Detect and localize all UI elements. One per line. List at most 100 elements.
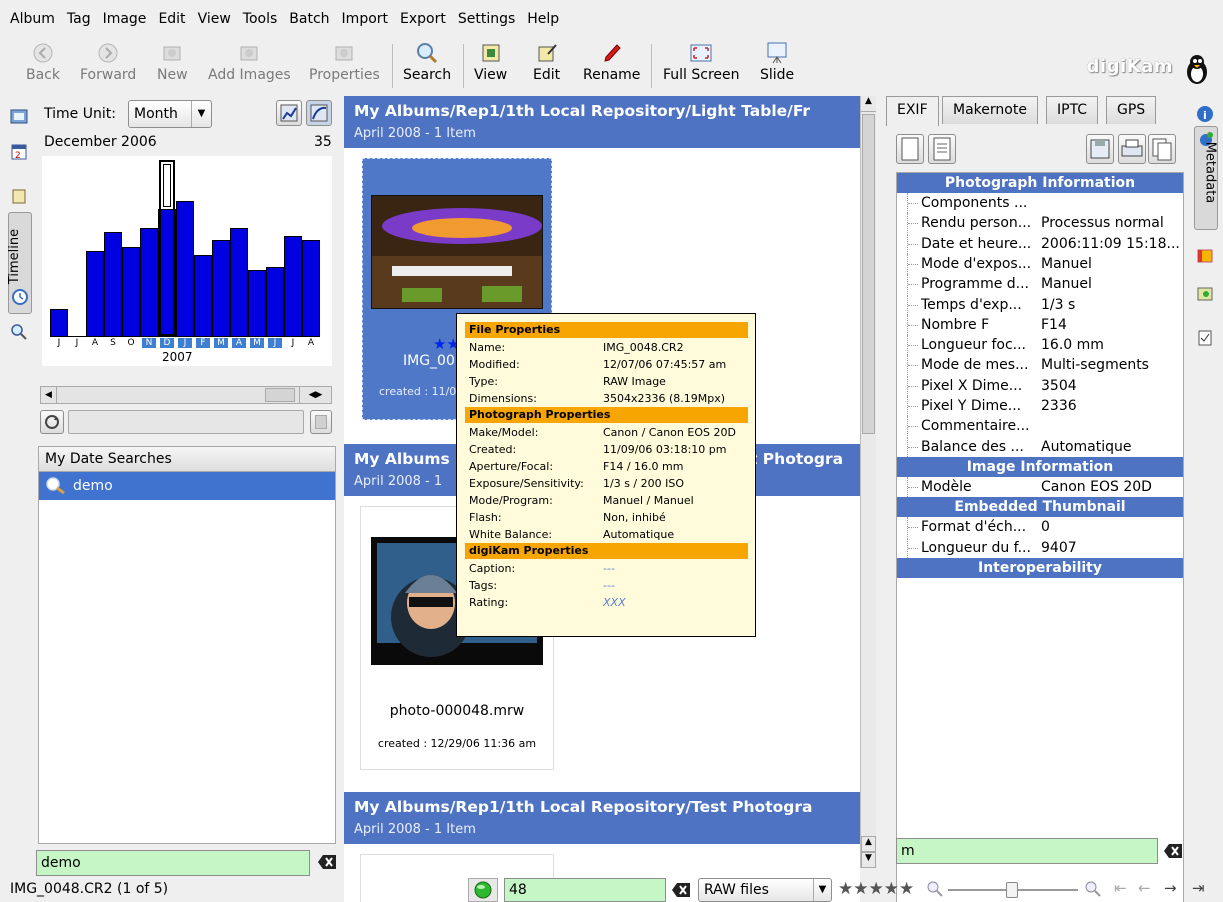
metadata-row[interactable]: Components ... — [897, 193, 1183, 213]
timeline-bar[interactable] — [194, 255, 212, 336]
timeline-bar[interactable] — [212, 240, 230, 336]
clear-filter-icon[interactable] — [672, 883, 690, 897]
zoom-in-icon[interactable] — [1084, 880, 1102, 898]
timeline-bar[interactable] — [248, 270, 266, 336]
menu-edit[interactable]: Edit — [152, 9, 191, 29]
metadata-section-header[interactable]: Interoperability — [897, 557, 1183, 578]
menu-view[interactable]: View — [192, 9, 237, 29]
metadata-row[interactable]: Temps d'exp... 1/3 s — [897, 294, 1183, 315]
tab-iptc[interactable]: IPTC — [1046, 96, 1099, 124]
metadata-row[interactable]: Balance des ... Automatique — [897, 436, 1183, 457]
menu-batch[interactable]: Batch — [283, 9, 335, 29]
metadata-row[interactable]: Programme d... Manuel — [897, 274, 1183, 295]
scrollbar-thumb[interactable] — [862, 114, 875, 434]
metadata-row[interactable]: Mode d'expos... Manuel — [897, 253, 1183, 274]
next-item-icon[interactable]: → — [1164, 879, 1177, 897]
timeline-bar[interactable] — [230, 228, 248, 336]
slide-button[interactable]: Slide — [760, 38, 794, 92]
tab-makernote[interactable]: Makernote — [942, 96, 1038, 124]
menu-settings[interactable]: Settings — [452, 9, 521, 29]
metadata-row[interactable]: Longueur foc... 16.0 mm — [897, 335, 1183, 356]
scroll-down-icon[interactable]: ▼ — [861, 852, 876, 868]
refresh-button[interactable] — [40, 410, 64, 434]
timeline-histogram[interactable]: J J A S O N D J F M A M J J A 2007 — [42, 156, 332, 366]
new-album-button[interactable]: New — [157, 38, 188, 92]
metadata-row[interactable]: Pixel X Dime... 3504 — [897, 375, 1183, 396]
metadata-row[interactable]: Date et heure... 2006:11:09 15:18... — [897, 233, 1183, 254]
menu-help[interactable]: Help — [521, 9, 565, 29]
properties-tab-icon[interactable]: i — [1194, 102, 1216, 126]
rename-button[interactable]: Rename — [583, 38, 640, 92]
zoom-slider-handle[interactable] — [1006, 882, 1018, 898]
edit-button[interactable]: Edit — [533, 38, 560, 92]
timeline-bar[interactable] — [266, 267, 284, 336]
first-item-icon[interactable]: ⇤ — [1114, 879, 1127, 897]
text-filter-input[interactable]: 48 — [504, 878, 666, 902]
metadata-row[interactable]: Longueur du f... 9407 — [897, 537, 1183, 558]
albums-tab-icon[interactable] — [8, 104, 30, 128]
list-item-demo[interactable]: demo — [39, 472, 335, 500]
scroll-left-icon[interactable]: ◀ — [41, 387, 57, 403]
metadata-section-header[interactable]: Photograph Information — [897, 173, 1183, 193]
full-screen-button[interactable]: Full Screen — [663, 38, 740, 92]
view-button[interactable]: View — [474, 38, 507, 92]
mime-type-filter-select[interactable]: RAW files ▼ — [698, 878, 832, 902]
properties-button[interactable]: Properties — [309, 38, 380, 92]
timeline-bar[interactable] — [302, 240, 320, 336]
metadata-row[interactable]: Format d'éch... 0 — [897, 517, 1183, 538]
tags-tab-icon[interactable] — [8, 184, 30, 208]
menu-tag[interactable]: Tag — [61, 9, 97, 29]
time-unit-select[interactable]: Month ▼ — [128, 100, 212, 128]
album-view-scrollbar[interactable]: ▲ ▲ ▼ — [860, 96, 876, 868]
timeline-bar[interactable] — [104, 232, 122, 336]
search-button[interactable]: Search — [403, 38, 451, 92]
metadata-row[interactable]: Nombre F F14 — [897, 314, 1183, 335]
clear-filter-icon[interactable] — [318, 855, 336, 869]
colors-tab-icon[interactable] — [1194, 244, 1216, 268]
save-metadata-button[interactable] — [1086, 134, 1114, 164]
simple-view-button[interactable] — [896, 134, 924, 164]
forward-button[interactable]: Forward — [80, 38, 136, 92]
metadata-tab[interactable]: Metadata — [1194, 126, 1218, 230]
filter-status-indicator[interactable] — [468, 878, 498, 902]
full-view-button[interactable] — [928, 134, 956, 164]
menu-image[interactable]: Image — [97, 9, 153, 29]
metadata-section-header[interactable]: Embedded Thumbnail — [897, 497, 1183, 518]
scroll-up-icon[interactable]: ▲ — [861, 836, 876, 852]
save-search-button[interactable] — [310, 410, 332, 434]
previous-item-icon[interactable]: ← — [1138, 879, 1151, 897]
copy-metadata-button[interactable] — [1148, 134, 1176, 164]
metadata-filter-input[interactable]: m — [896, 838, 1158, 864]
timeline-bar[interactable] — [50, 309, 68, 336]
calendar-tab-icon[interactable]: 2 — [8, 140, 30, 164]
back-button[interactable]: Back — [26, 38, 60, 92]
menu-export[interactable]: Export — [394, 9, 452, 29]
menu-tools[interactable]: Tools — [237, 9, 284, 29]
timeline-bar[interactable] — [122, 247, 140, 336]
timeline-bar[interactable] — [176, 201, 194, 336]
timeline-scrollbar[interactable]: ◀ ◀▶ — [40, 386, 332, 404]
scroll-arrows-icon[interactable]: ◀▶ — [299, 387, 331, 403]
print-metadata-button[interactable] — [1118, 134, 1146, 164]
tab-exif[interactable]: EXIF — [886, 96, 939, 126]
date-search-name-input[interactable] — [68, 410, 304, 434]
last-item-icon[interactable]: ⇥ — [1192, 879, 1205, 897]
comments-tab-icon[interactable] — [1194, 326, 1216, 350]
metadata-row[interactable]: Mode de mes... Multi-segments — [897, 355, 1183, 376]
clear-filter-icon[interactable] — [1164, 844, 1182, 858]
tab-gps[interactable]: GPS — [1106, 96, 1157, 124]
metadata-row[interactable]: Pixel Y Dime... 2336 — [897, 396, 1183, 416]
geolocation-tab-icon[interactable] — [1194, 282, 1216, 306]
timeline-bar[interactable] — [284, 236, 302, 336]
linear-scale-button[interactable] — [276, 100, 302, 126]
metadata-row[interactable]: Rendu person... Processus normal — [897, 213, 1183, 234]
date-search-filter-input[interactable]: demo — [36, 850, 310, 876]
scrollbar-thumb[interactable] — [265, 388, 295, 402]
zoom-out-icon[interactable] — [926, 880, 944, 898]
timeline-selected-period[interactable] — [159, 160, 175, 336]
menu-import[interactable]: Import — [336, 9, 394, 29]
metadata-row[interactable]: Modèle Canon EOS 20D — [897, 476, 1183, 497]
timeline-bar[interactable] — [86, 251, 104, 336]
timeline-tab[interactable]: Timeline — [7, 212, 32, 314]
scroll-up-icon[interactable]: ▲ — [861, 96, 876, 112]
